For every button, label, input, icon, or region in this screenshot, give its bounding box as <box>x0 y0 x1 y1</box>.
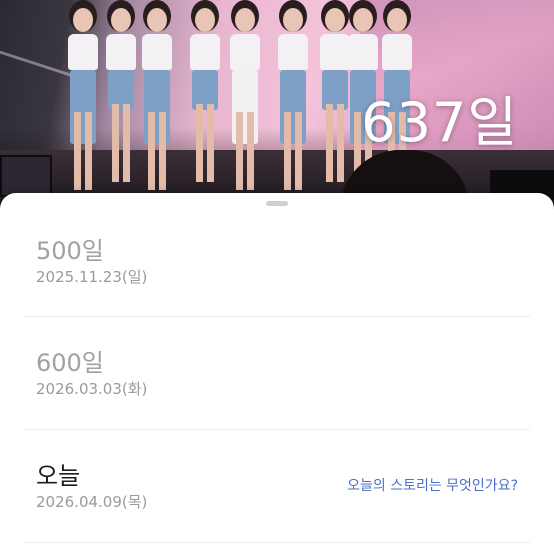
milestone-date: 2026.04.09(목) <box>36 493 148 511</box>
performer-figure <box>228 0 262 190</box>
performer-figure <box>188 0 222 190</box>
performer-figure <box>66 0 100 190</box>
day-count: 637일 <box>361 91 518 154</box>
performer-figure <box>140 0 174 190</box>
milestone-date: 2025.11.23(일) <box>36 268 148 286</box>
milestone-title: 500일 <box>36 237 104 265</box>
today-story-link[interactable]: 오늘의 스토리는 무엇인가요? <box>347 479 518 493</box>
performer-figure <box>104 0 138 190</box>
dday-screen: 637일 500일 2025.11.23(일) 600일 2026.03.03(… <box>0 0 554 554</box>
milestone-title: 600일 <box>36 349 104 377</box>
performer-figure <box>276 0 310 190</box>
stage-railing <box>0 50 70 137</box>
hero-photo: 637일 <box>0 0 554 212</box>
milestone-row[interactable]: 500일 2025.11.23(일) <box>0 203 554 315</box>
milestone-sheet: 500일 2025.11.23(일) 600일 2026.03.03(화) 오늘… <box>0 193 554 554</box>
milestone-date: 2026.03.03(화) <box>36 380 148 398</box>
audience-phone <box>0 155 52 197</box>
milestone-row-today[interactable]: 오늘 2026.04.09(목) 오늘의 스토리는 무엇인가요? <box>0 429 554 541</box>
milestone-row[interactable]: 600일 2026.03.03(화) <box>0 316 554 428</box>
row-divider <box>24 542 530 543</box>
milestone-title: 오늘 <box>36 462 81 490</box>
